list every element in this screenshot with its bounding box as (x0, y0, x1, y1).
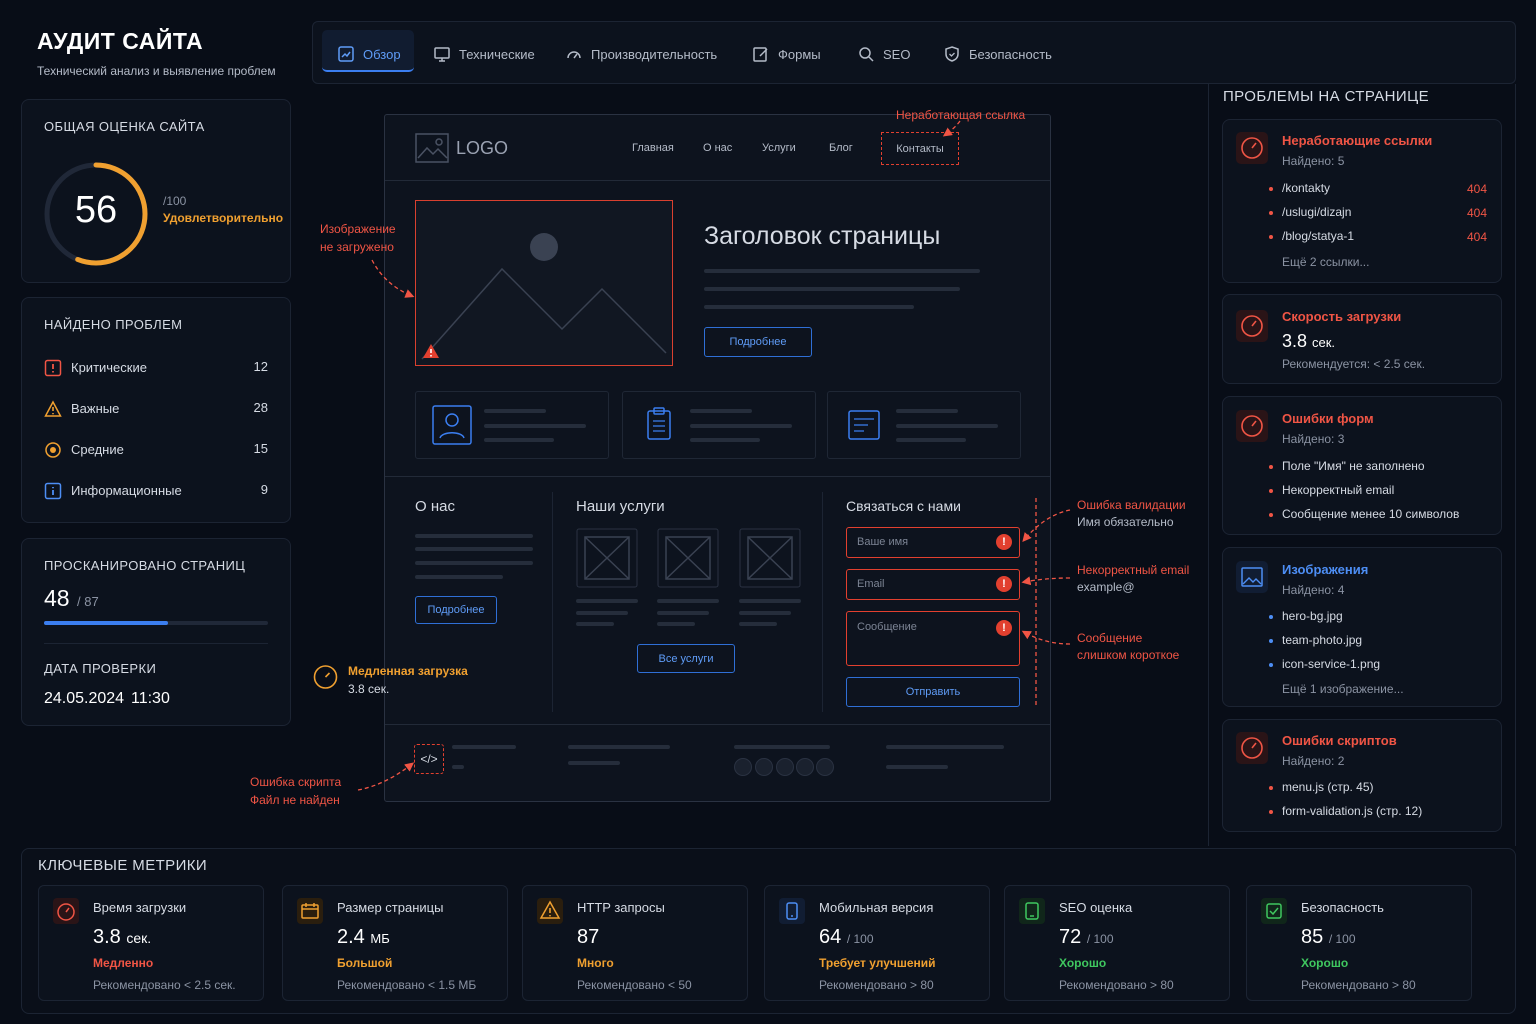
problem-more-link[interactable]: Ещё 2 ссылки... (1282, 255, 1369, 269)
annotation-slow-line1: Медленная загрузка (348, 664, 468, 678)
annotation-script-line1: Ошибка скрипта (250, 775, 342, 789)
metric-security[interactable]: Безопасность 85 / 100 Хорошо Рекомендова… (1246, 885, 1472, 1001)
metric-recommendation: Рекомендовано < 1.5 МБ (337, 978, 477, 992)
metric-page-size[interactable]: Размер страницы 2.4 МБ Большой Рекомендо… (282, 885, 508, 1001)
problem-item: menu.js (стр. 45) (1269, 780, 1374, 794)
metric-status: Медленно (93, 956, 154, 970)
problem-item: Некорректный email (1268, 483, 1395, 497)
error-code: 404 (1466, 230, 1487, 244)
problem-more-link[interactable]: Ещё 1 изображение... (1282, 682, 1404, 696)
speed-value: 3.8 (1282, 331, 1308, 351)
problem-found: Найдено: 3 (1282, 432, 1345, 446)
seo-icon (1019, 898, 1045, 924)
problem-item: Поле "Имя" не заполнено (1269, 459, 1425, 473)
problem-item: /kontakty (1268, 181, 1331, 195)
value: 85 (1301, 926, 1324, 948)
metric-label: Безопасность (1301, 900, 1384, 915)
annotation-validation-line2: Имя обязательно (1077, 515, 1174, 529)
image-icon (1236, 561, 1268, 593)
problems-heading: ПРОБЛЕМЫ НА СТРАНИЦЕ (1223, 88, 1429, 105)
problem-title: Скорость загрузки (1282, 309, 1402, 324)
metric-label: Время загрузки (93, 900, 187, 915)
calendar-icon (297, 898, 323, 924)
annotation-validation-line1: Ошибка валидации (1077, 498, 1186, 512)
problem-item: Сообщение менее 10 символов (1268, 507, 1460, 521)
lock-icon (1261, 898, 1287, 924)
unit: / 100 (846, 932, 874, 946)
problem-item: /uslugi/dizajn (1268, 205, 1352, 219)
error-code: 404 (1466, 182, 1487, 196)
value: 87 (577, 926, 600, 948)
stopwatch-icon (53, 898, 79, 924)
metric-label: HTTP запросы (577, 900, 665, 915)
value: 72 (1059, 926, 1082, 948)
problem-item: team-photo.jpg (1268, 633, 1363, 647)
metric-recommendation: Рекомендовано < 50 (577, 978, 692, 992)
metric-http-requests[interactable]: HTTP запросы 87 Много Рекомендовано < 50 (522, 885, 748, 1001)
unit: МБ (370, 931, 390, 946)
metric-recommendation: Рекомендовано > 80 (1301, 978, 1416, 992)
problem-title: Изображения (1282, 562, 1369, 577)
annotation-email-line2: example@ (1077, 580, 1135, 594)
metric-status: Много (577, 956, 614, 970)
metric-value: 64 / 100 (819, 926, 874, 949)
metric-recommendation: Рекомендовано > 80 (1059, 978, 1174, 992)
warning-icon (537, 898, 563, 924)
annotation-message-line1: Сообщение (1077, 631, 1143, 645)
annotation-image-line1: Изображение (320, 222, 396, 236)
metric-value: 2.4 МБ (337, 926, 390, 949)
metric-label: SEO оценка (1059, 900, 1133, 915)
value: 2.4 (337, 926, 365, 948)
annotation-slow-line2: 3.8 сек. (348, 682, 390, 696)
metric-recommendation: Рекомендовано < 2.5 сек. (93, 978, 236, 992)
metric-seo[interactable]: SEO оценка 72 / 100 Хорошо Рекомендовано… (1004, 885, 1230, 1001)
metric-label: Мобильная версия (819, 900, 934, 915)
speed-recommendation: Рекомендуется: < 2.5 сек. (1282, 357, 1426, 371)
unit: сек. (126, 930, 152, 946)
problem-title: Ошибки скриптов (1282, 733, 1397, 748)
problem-item: form-validation.js (стр. 12) (1268, 804, 1423, 818)
speed-unit: сек. (1312, 335, 1336, 350)
problem-item: hero-bg.jpg (1269, 609, 1343, 623)
problem-title: Неработающие ссылки (1282, 133, 1433, 148)
value: 64 (819, 926, 842, 948)
annotation-email-line1: Некорректный email (1077, 563, 1190, 577)
metric-status: Хорошо (1059, 956, 1107, 970)
metric-mobile[interactable]: Мобильная версия 64 / 100 Требует улучше… (764, 885, 990, 1001)
gauge-alert-icon (1236, 132, 1268, 164)
metric-load-time[interactable]: Время загрузки 3.8 сек. Медленно Рекомен… (38, 885, 264, 1001)
stopwatch-icon (313, 665, 338, 689)
problem-item: /blog/statya-1 (1268, 229, 1355, 243)
annotation-broken-link: Неработающая ссылка (896, 108, 1026, 122)
metric-value: 3.8 сек. (93, 926, 151, 949)
unit: / 100 (1086, 932, 1114, 946)
annotation-script-line2: Файл не найден (250, 793, 340, 807)
mobile-icon (779, 898, 805, 924)
gauge-alert-icon (1236, 310, 1268, 342)
metrics-heading: КЛЮЧЕВЫЕ МЕТРИКИ (38, 857, 208, 874)
annotation-image-line2: не загружено (320, 240, 394, 254)
metric-status: Требует улучшений (819, 956, 936, 970)
error-code: 404 (1466, 206, 1487, 220)
unit: / 100 (1328, 932, 1356, 946)
gauge-alert-icon (1236, 732, 1268, 764)
metric-recommendation: Рекомендовано > 80 (819, 978, 934, 992)
metric-label: Размер страницы (337, 900, 444, 915)
problem-found: Найдено: 5 (1282, 154, 1345, 168)
problem-found: Найдено: 2 (1282, 754, 1345, 768)
problem-item: icon-service-1.png (1268, 657, 1381, 671)
metric-status: Хорошо (1301, 956, 1349, 970)
metric-status: Большой (337, 956, 393, 970)
metric-value: 72 / 100 (1059, 926, 1114, 949)
value: 3.8 (93, 926, 121, 948)
annotation-message-line2: слишком короткое (1077, 648, 1180, 662)
gauge-alert-icon (1236, 410, 1268, 442)
metric-value: 85 / 100 (1301, 926, 1356, 949)
problem-found: Найдено: 4 (1282, 583, 1345, 597)
metric-value: 87 (577, 926, 599, 949)
problem-title: Ошибки форм (1282, 411, 1374, 426)
